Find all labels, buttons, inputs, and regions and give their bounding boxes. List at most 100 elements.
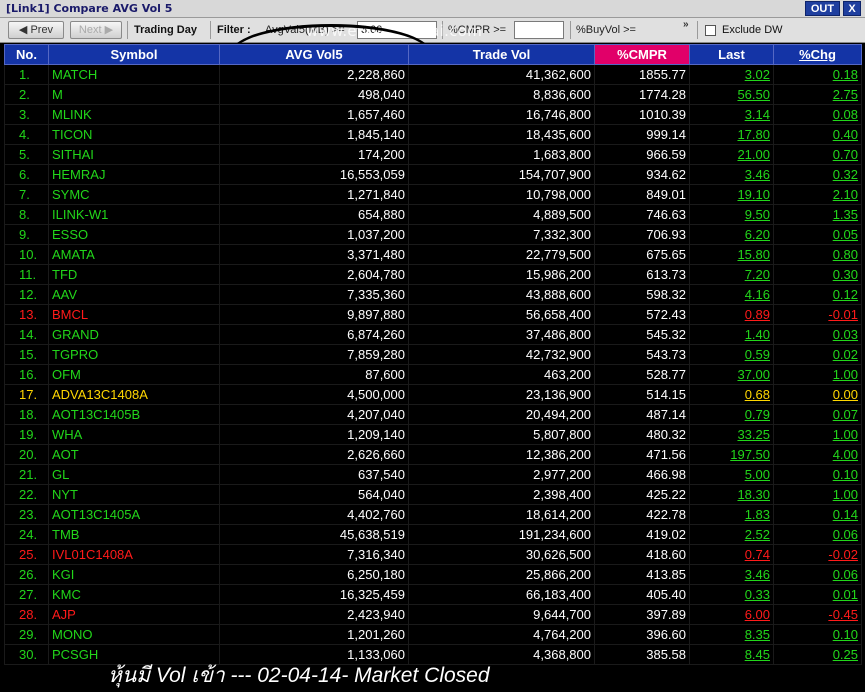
- last-price-cell[interactable]: 21.00: [689, 144, 774, 165]
- pct-change-cell[interactable]: 0.07: [773, 404, 862, 425]
- symbol-cell[interactable]: TMB: [48, 524, 220, 545]
- symbol-cell[interactable]: GRAND: [48, 324, 220, 345]
- symbol-cell[interactable]: OFM: [48, 364, 220, 385]
- last-price-cell[interactable]: 18.30: [689, 484, 774, 505]
- symbol-cell[interactable]: NYT: [48, 484, 220, 505]
- symbol-cell[interactable]: AAV: [48, 284, 220, 305]
- pct-change-cell[interactable]: 2.75: [773, 84, 862, 105]
- table-row[interactable]: 9. ESSO 1,037,200 7,332,300 706.93 6.20 0.05: [4, 224, 862, 245]
- symbol-cell[interactable]: TFD: [48, 264, 220, 285]
- last-price-cell[interactable]: 6.20: [689, 224, 774, 245]
- last-price-cell[interactable]: 7.20: [689, 264, 774, 285]
- cmpr-filter-input[interactable]: [514, 21, 564, 39]
- pct-change-cell[interactable]: 0.10: [773, 624, 862, 645]
- pct-change-cell[interactable]: 4.00: [773, 444, 862, 465]
- symbol-cell[interactable]: AOT: [48, 444, 220, 465]
- table-row[interactable]: 14. GRAND 6,874,260 37,486,800 545.32 1.40 0.0…: [4, 324, 862, 345]
- last-price-cell[interactable]: 37.00: [689, 364, 774, 385]
- symbol-cell[interactable]: KMC: [48, 584, 220, 605]
- table-row[interactable]: 19. WHA 1,209,140 5,807,800 480.32 33.25 1.00: [4, 424, 862, 445]
- symbol-cell[interactable]: AMATA: [48, 244, 220, 265]
- symbol-cell[interactable]: AJP: [48, 604, 220, 625]
- last-price-cell[interactable]: 1.83: [689, 504, 774, 525]
- last-price-cell[interactable]: 3.46: [689, 564, 774, 585]
- table-row[interactable]: 6. HEMRAJ 16,553,059 154,707,900 934.62 3.46 0…: [4, 164, 862, 185]
- symbol-cell[interactable]: MLINK: [48, 104, 220, 125]
- pct-change-cell[interactable]: 0.03: [773, 324, 862, 345]
- table-row[interactable]: 12. AAV 7,335,360 43,888,600 598.32 4.16 0.12: [4, 284, 862, 305]
- pct-change-cell[interactable]: 0.14: [773, 504, 862, 525]
- table-row[interactable]: 28. AJP 2,423,940 9,644,700 397.89 6.00 -0.45: [4, 604, 862, 625]
- symbol-cell[interactable]: BMCL: [48, 304, 220, 325]
- table-row[interactable]: 16. OFM 87,600 463,200 528.77 37.00 1.00: [4, 364, 862, 385]
- table-row[interactable]: 27. KMC 16,325,459 66,183,400 405.40 0.33 0.01: [4, 584, 862, 605]
- table-row[interactable]: 24. TMB 45,638,519 191,234,600 419.02 2.52 0.0…: [4, 524, 862, 545]
- pct-change-cell[interactable]: 0.00: [773, 384, 862, 405]
- last-price-cell[interactable]: 3.46: [689, 164, 774, 185]
- close-button[interactable]: X: [843, 1, 861, 16]
- table-row[interactable]: 25. IVL01C1408A 7,316,340 30,626,500 418.60 0…: [4, 544, 862, 565]
- table-row[interactable]: 8. ILINK-W1 654,880 4,889,500 746.63 9.50 1.35: [4, 204, 862, 225]
- symbol-cell[interactable]: AOT13C1405A: [48, 504, 220, 525]
- table-row[interactable]: 3. MLINK 1,657,460 16,746,800 1010.39 3.14 0.0…: [4, 104, 862, 125]
- pct-change-cell[interactable]: 1.35: [773, 204, 862, 225]
- table-row[interactable]: 26. KGI 6,250,180 25,866,200 413.85 3.46 0.06: [4, 564, 862, 585]
- symbol-cell[interactable]: HEMRAJ: [48, 164, 220, 185]
- table-row[interactable]: 15. TGPRO 7,859,280 42,732,900 543.73 0.59 0.0…: [4, 344, 862, 365]
- table-row[interactable]: 29. MONO 1,201,260 4,764,200 396.60 8.35 0.10: [4, 624, 862, 645]
- pct-change-cell[interactable]: 0.01: [773, 584, 862, 605]
- exclude-dw-checkbox[interactable]: [705, 25, 716, 36]
- last-price-cell[interactable]: 3.14: [689, 104, 774, 125]
- last-price-cell[interactable]: 3.02: [689, 64, 774, 85]
- col-header-trade-vol[interactable]: Trade Vol: [408, 44, 595, 65]
- last-price-cell[interactable]: 9.50: [689, 204, 774, 225]
- table-row[interactable]: 5. SITHAI 174,200 1,683,800 966.59 21.00 0.70: [4, 144, 862, 165]
- last-price-cell[interactable]: 197.50: [689, 444, 774, 465]
- table-row[interactable]: 11. TFD 2,604,780 15,986,200 613.73 7.20 0.30: [4, 264, 862, 285]
- pct-change-cell[interactable]: 0.02: [773, 344, 862, 365]
- symbol-cell[interactable]: WHA: [48, 424, 220, 445]
- last-price-cell[interactable]: 0.68: [689, 384, 774, 405]
- symbol-cell[interactable]: KGI: [48, 564, 220, 585]
- pct-change-cell[interactable]: 0.12: [773, 284, 862, 305]
- last-price-cell[interactable]: 0.79: [689, 404, 774, 425]
- last-price-cell[interactable]: 0.59: [689, 344, 774, 365]
- pct-change-cell[interactable]: 0.06: [773, 524, 862, 545]
- col-header-avg-vol5[interactable]: AVG Vol5: [219, 44, 409, 65]
- table-row[interactable]: 13. BMCL 9,897,880 56,658,400 572.43 0.89 -0.0…: [4, 304, 862, 325]
- pct-change-cell[interactable]: 1.00: [773, 484, 862, 505]
- last-price-cell[interactable]: 0.33: [689, 584, 774, 605]
- last-price-cell[interactable]: 0.89: [689, 304, 774, 325]
- symbol-cell[interactable]: ILINK-W1: [48, 204, 220, 225]
- symbol-cell[interactable]: M: [48, 84, 220, 105]
- pct-change-cell[interactable]: 1.00: [773, 364, 862, 385]
- out-button[interactable]: OUT: [805, 1, 840, 16]
- table-row[interactable]: 1. MATCH 2,228,860 41,362,600 1855.77 3.02 0.1…: [4, 64, 862, 85]
- symbol-cell[interactable]: AOT13C1405B: [48, 404, 220, 425]
- symbol-cell[interactable]: TICON: [48, 124, 220, 145]
- pct-change-cell[interactable]: 0.06: [773, 564, 862, 585]
- col-header-chg[interactable]: %Chg: [773, 44, 862, 65]
- table-row[interactable]: 17. ADVA13C1408A 4,500,000 23,136,900 514.15…: [4, 384, 862, 405]
- symbol-cell[interactable]: ADVA13C1408A: [48, 384, 220, 405]
- col-header-symbol[interactable]: Symbol: [48, 44, 220, 65]
- pct-change-cell[interactable]: 0.08: [773, 104, 862, 125]
- symbol-cell[interactable]: SYMC: [48, 184, 220, 205]
- table-row[interactable]: 4. TICON 1,845,140 18,435,600 999.14 17.80 0.4…: [4, 124, 862, 145]
- pct-change-cell[interactable]: 0.30: [773, 264, 862, 285]
- table-row[interactable]: 7. SYMC 1,271,840 10,798,000 849.01 19.10 2.10: [4, 184, 862, 205]
- next-button[interactable]: Next ▶: [70, 21, 122, 39]
- symbol-cell[interactable]: TGPRO: [48, 344, 220, 365]
- symbol-cell[interactable]: MATCH: [48, 64, 220, 85]
- last-price-cell[interactable]: 0.74: [689, 544, 774, 565]
- expand-chevron-icon[interactable]: »: [683, 19, 689, 30]
- table-row[interactable]: 20. AOT 2,626,660 12,386,200 471.56 197.50 4.0…: [4, 444, 862, 465]
- symbol-cell[interactable]: IVL01C1408A: [48, 544, 220, 565]
- last-price-cell[interactable]: 8.35: [689, 624, 774, 645]
- col-header-no[interactable]: No.: [4, 44, 49, 65]
- last-price-cell[interactable]: 5.00: [689, 464, 774, 485]
- pct-change-cell[interactable]: 0.70: [773, 144, 862, 165]
- pct-change-cell[interactable]: 2.10: [773, 184, 862, 205]
- pct-change-cell[interactable]: 1.00: [773, 424, 862, 445]
- col-header-last[interactable]: Last: [689, 44, 774, 65]
